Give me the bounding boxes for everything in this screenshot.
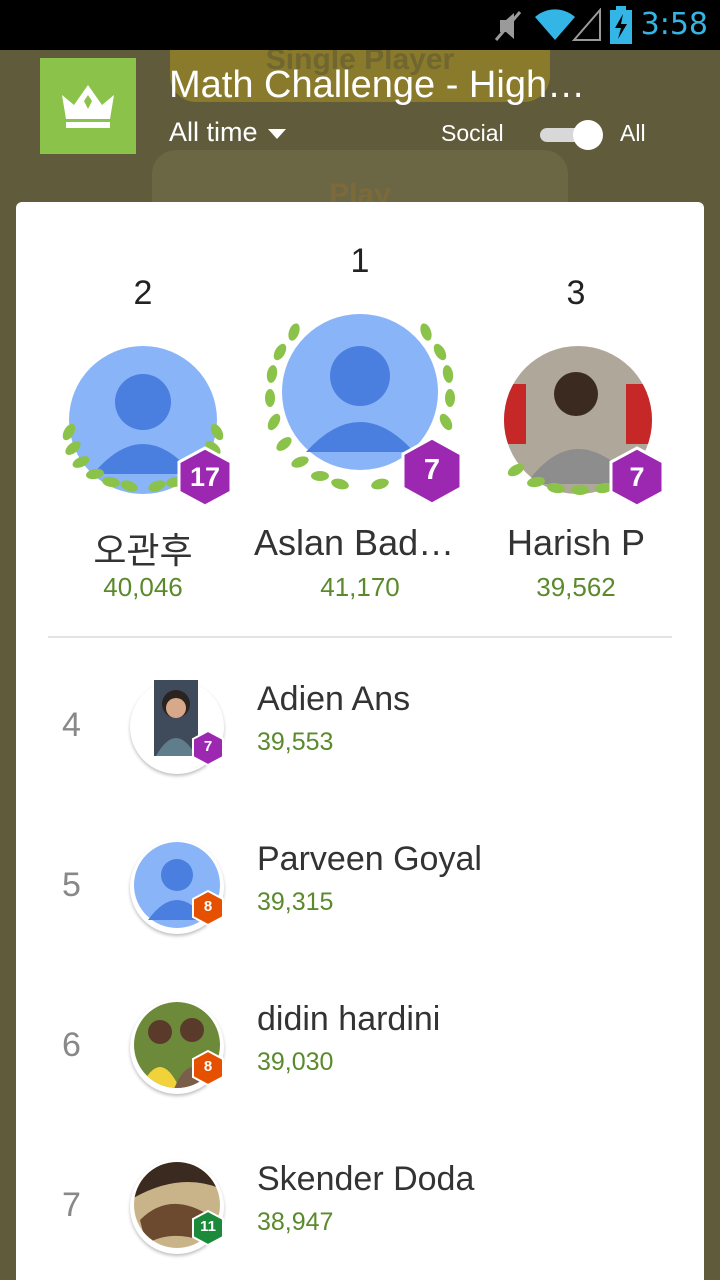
list-rank: 4 (62, 706, 81, 744)
list-item[interactable]: 6 8 didin hardini 39,030 (16, 1000, 704, 1160)
podium-score-2: 40,046 (103, 572, 183, 602)
list-name: Adien Ans (257, 680, 411, 718)
podium-name-2: 오관후 (93, 530, 193, 571)
clock: 3:58 (640, 7, 708, 42)
list-score: 38,947 (257, 1208, 334, 1236)
mute-icon (494, 11, 522, 41)
list-score: 39,315 (257, 888, 334, 916)
list-score: 39,030 (257, 1048, 334, 1076)
podium-level-2: 17 (189, 462, 221, 492)
leaderboard-card: 2 17 오관후 40,046 1 7 Aslan Badu… 41,170 3… (16, 202, 704, 1280)
podium-level-3: 7 (629, 462, 645, 492)
toggle-social-label[interactable]: Social (441, 120, 504, 147)
status-bar: 3:58 (0, 0, 720, 50)
list-level: 11 (200, 1218, 216, 1235)
list-item[interactable]: 5 8 Parveen Goyal 39,315 (16, 840, 704, 1000)
wifi-icon (535, 9, 575, 41)
podium-rank-3: 3 (566, 274, 586, 312)
list-item[interactable]: 7 11 Skender Doda 38,947 (16, 1160, 704, 1280)
crown-icon (62, 85, 114, 128)
list-level: 7 (203, 738, 213, 755)
podium-score-3: 39,562 (536, 572, 616, 602)
list-level: 8 (203, 898, 213, 915)
podium-name-3: Harish P (506, 522, 646, 563)
list-item[interactable]: 4 7 Adien Ans 39,553 (16, 680, 704, 840)
time-filter-label: All time (169, 117, 258, 147)
app-icon (40, 58, 136, 154)
battery-charging-icon (610, 6, 632, 44)
toggle-knob[interactable] (573, 120, 603, 150)
list-name: Skender Doda (257, 1160, 475, 1198)
podium-rank-2: 2 (133, 274, 153, 312)
list-level: 8 (203, 1058, 213, 1075)
podium-level-1: 7 (423, 454, 441, 486)
list-rank: 7 (62, 1186, 81, 1224)
list-rank: 6 (62, 1026, 81, 1064)
podium-score-1: 41,170 (320, 572, 400, 602)
list-name: Parveen Goyal (257, 840, 482, 878)
page-title: Math Challenge - High… (169, 64, 586, 106)
toggle-all-label[interactable]: All (620, 120, 646, 147)
podium: 2 17 오관후 40,046 1 7 Aslan Badu… 41,170 3… (16, 202, 704, 632)
list-score: 39,553 (257, 728, 334, 756)
chevron-down-icon (267, 128, 286, 139)
divider (48, 636, 672, 638)
signal-icon (572, 8, 601, 41)
list-rank: 5 (62, 866, 81, 904)
time-filter-dropdown[interactable]: All time (169, 117, 286, 148)
podium-name-1: Aslan Badu… (254, 522, 466, 563)
list-name: didin hardini (257, 1000, 441, 1038)
podium-rank-1: 1 (350, 242, 370, 280)
